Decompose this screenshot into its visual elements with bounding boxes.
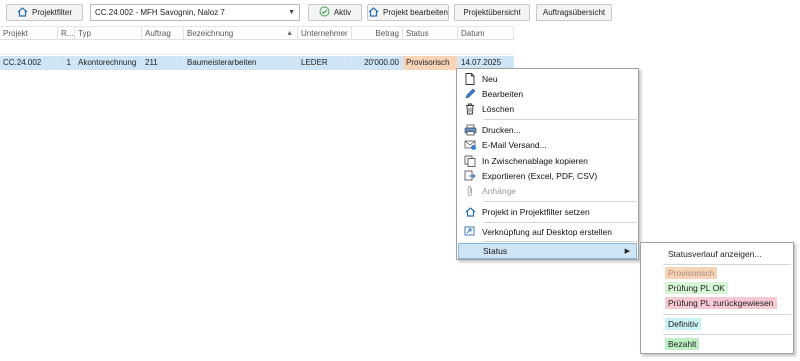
column-header-status[interactable]: Status: [403, 27, 458, 40]
shortcut-icon: [458, 226, 482, 238]
submenu-item-pruefung-ok[interactable]: Prüfung PL OK: [665, 282, 728, 294]
grid-header: Projekt R... Typ Auftrag Bezeichnung ▲ U…: [0, 26, 514, 40]
menu-separator: [483, 119, 637, 120]
column-header-bezeichnung-label: Bezeichnung: [187, 29, 234, 38]
cell-projekt: CC.24.002: [0, 56, 58, 70]
menu-item-anhaenge: Anhänge: [458, 183, 637, 198]
new-document-icon: [458, 72, 482, 85]
menu-item-label: Drucken...: [482, 124, 521, 135]
cell-typ: Akontorechnung: [75, 56, 142, 70]
menu-separator: [663, 264, 791, 265]
filter-row[interactable]: [0, 41, 514, 55]
context-menu: Neu Bearbeiten Löschen Drucken... E-Mail…: [456, 68, 639, 260]
menu-item-label: Löschen: [482, 103, 515, 114]
menu-item-label: Exportieren (Excel, PDF, CSV): [482, 170, 598, 181]
projektfilter-label: Projektfilter: [31, 8, 72, 17]
menu-separator: [663, 334, 791, 335]
home-icon: [17, 6, 28, 19]
projektfilter-button[interactable]: Projektfilter: [6, 4, 83, 21]
menu-item-label: Status: [483, 246, 508, 256]
column-header-projekt[interactable]: Projekt: [0, 27, 58, 40]
email-icon: [458, 139, 482, 151]
column-header-datum[interactable]: Datum: [458, 27, 514, 40]
home-icon: [458, 206, 482, 217]
menu-item-label: Anhänge: [482, 185, 517, 196]
cell-unternehmer: LEDER: [298, 56, 352, 70]
menu-item-bearbeiten[interactable]: Bearbeiten: [458, 86, 637, 101]
paperclip-icon: [458, 185, 482, 197]
menu-item-label: Verknüpfung auf Desktop erstellen: [482, 226, 612, 237]
menu-separator: [483, 241, 637, 242]
menu-item-neu[interactable]: Neu: [458, 71, 637, 86]
column-header-auftrag[interactable]: Auftrag: [142, 27, 184, 40]
menu-item-label: Neu: [482, 73, 498, 84]
menu-item-label: E-Mail Versand...: [482, 139, 547, 150]
menu-item-exportieren[interactable]: Exportieren (Excel, PDF, CSV): [458, 168, 637, 183]
menu-item-verknuepfung[interactable]: Verknüpfung auf Desktop erstellen: [458, 224, 637, 239]
projektuebersicht-button[interactable]: Projektübersicht: [454, 4, 530, 21]
copy-icon: [458, 155, 482, 167]
cell-auftrag: 211: [142, 56, 184, 70]
menu-item-label: Projekt in Projektfilter setzen: [482, 206, 590, 217]
cell-status: Provisorisch: [403, 56, 458, 70]
project-combo-value: CC.24.002 - MFH Savognin, Naloz 7: [95, 8, 225, 17]
column-header-typ[interactable]: Typ: [75, 27, 142, 40]
menu-item-status[interactable]: Status ▶: [458, 243, 637, 259]
projekt-bearbeiten-button[interactable]: Projekt bearbeiten: [367, 4, 449, 21]
table-row[interactable]: CC.24.002 1 Akontorechnung 211 Baumeiste…: [0, 56, 514, 70]
auftragsuebersicht-button[interactable]: Auftragsübersicht: [536, 4, 612, 21]
menu-separator: [483, 222, 637, 223]
submenu-item-statusverlauf[interactable]: Statusverlauf anzeigen...: [665, 248, 765, 260]
toolbar: Projektfilter CC.24.002 - MFH Savognin, …: [0, 0, 800, 24]
cell-r: 1: [58, 56, 75, 70]
menu-item-email-versand[interactable]: E-Mail Versand...: [458, 137, 637, 152]
menu-item-zwischenablage[interactable]: In Zwischenablage kopieren: [458, 153, 637, 168]
column-header-betrag[interactable]: Betrag: [352, 27, 403, 40]
cell-bezeichnung: Baumeisterarbeiten: [184, 56, 298, 70]
menu-item-projektfilter-setzen[interactable]: Projekt in Projektfilter setzen: [458, 204, 637, 219]
project-combo[interactable]: CC.24.002 - MFH Savognin, Naloz 7 ▼: [90, 4, 300, 21]
trash-icon: [458, 103, 482, 115]
submenu-item-pruefung-zurueckgewiesen[interactable]: Prüfung PL zurückgewiesen: [665, 297, 777, 309]
menu-separator: [483, 201, 637, 202]
menu-item-label: In Zwischenablage kopieren: [482, 155, 588, 166]
submenu-item-bezahlt[interactable]: Bezahlt: [665, 338, 700, 350]
aktiv-toggle[interactable]: Aktiv: [308, 4, 362, 21]
aktiv-label: Aktiv: [333, 8, 352, 17]
column-header-bezeichnung[interactable]: Bezeichnung ▲: [184, 27, 298, 40]
menu-item-drucken[interactable]: Drucken...: [458, 122, 637, 137]
export-icon: [458, 170, 482, 182]
projekt-bearbeiten-label: Projekt bearbeiten: [383, 8, 448, 17]
menu-item-loeschen[interactable]: Löschen: [458, 101, 637, 116]
pencil-icon: [458, 88, 482, 100]
projektuebersicht-label: Projektübersicht: [463, 8, 521, 17]
chevron-down-icon[interactable]: ▼: [288, 9, 295, 16]
submenu-item-definitiv[interactable]: Definitiv: [665, 318, 702, 330]
sort-ascending-icon: ▲: [286, 30, 293, 37]
printer-icon: [458, 124, 482, 136]
cell-betrag: 20'000.00: [352, 56, 403, 70]
auftragsuebersicht-label: Auftragsübersicht: [542, 8, 606, 17]
home-icon: [368, 6, 379, 19]
column-header-unternehmer[interactable]: Unternehmer: [298, 27, 352, 40]
status-submenu: Statusverlauf anzeigen... Provisorisch P…: [640, 242, 794, 354]
submenu-item-provisorisch: Provisorisch: [665, 267, 718, 279]
submenu-arrow-icon: ▶: [624, 248, 630, 255]
menu-item-label: Bearbeiten: [482, 88, 524, 99]
column-header-r[interactable]: R...: [58, 27, 75, 40]
check-circle-icon: [319, 6, 330, 19]
menu-separator: [663, 314, 791, 315]
